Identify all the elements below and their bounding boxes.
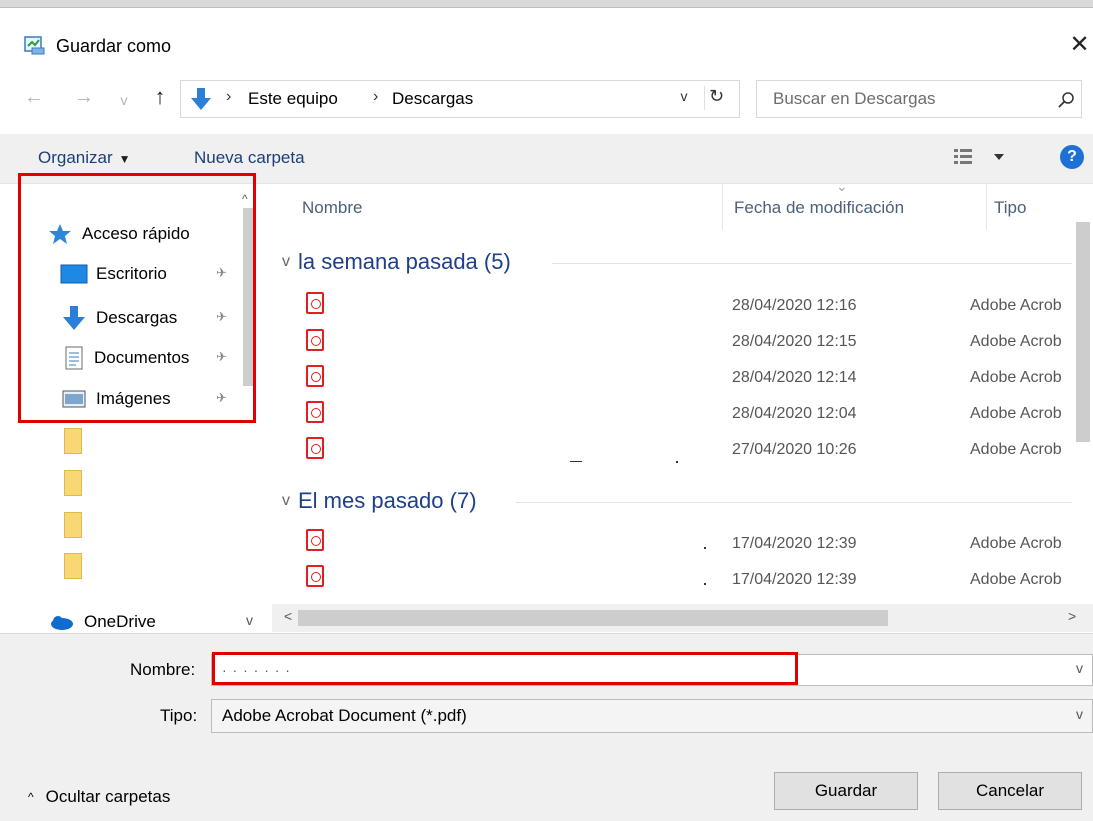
folder-icon[interactable]: [64, 470, 82, 496]
cancel-button[interactable]: Cancelar: [938, 772, 1082, 810]
save-button[interactable]: Guardar: [774, 772, 918, 810]
window-top-border: [0, 0, 1093, 8]
scroll-right-icon[interactable]: >: [1068, 608, 1076, 624]
pdf-file-icon[interactable]: [306, 365, 324, 387]
search-placeholder[interactable]: Buscar en Descargas: [773, 89, 936, 109]
column-header-name[interactable]: Nombre: [302, 198, 362, 218]
file-type[interactable]: Adobe Acrob: [970, 297, 1062, 315]
pdf-file-icon[interactable]: [306, 565, 324, 587]
file-type[interactable]: Adobe Acrob: [970, 571, 1062, 589]
column-header-type[interactable]: Tipo: [994, 198, 1026, 218]
file-type[interactable]: Adobe Acrob: [970, 405, 1062, 423]
hide-folders-label: Ocultar carpetas: [45, 787, 171, 806]
breadcrumb-separator[interactable]: ›: [226, 88, 231, 106]
group-divider: [552, 263, 1072, 264]
file-type[interactable]: Adobe Acrob: [970, 535, 1062, 553]
view-options-icon[interactable]: [950, 142, 1020, 172]
file-date[interactable]: 28/04/2020 12:15: [732, 333, 857, 351]
save-dialog-icon: [24, 36, 45, 55]
pdf-file-icon[interactable]: [306, 529, 324, 551]
redaction-mark: [704, 547, 706, 549]
breadcrumb-este-equipo[interactable]: Este equipo: [248, 89, 338, 109]
organize-button[interactable]: Organizar ▼: [38, 148, 131, 168]
sidebar-item-label: OneDrive: [84, 612, 156, 631]
redaction-mark: [570, 461, 582, 462]
download-arrow-icon: [191, 88, 211, 110]
horizontal-scroll-thumb[interactable]: [298, 610, 888, 626]
breadcrumb-descargas[interactable]: Descargas: [392, 89, 473, 109]
pdf-file-icon[interactable]: [306, 401, 324, 423]
chevron-up-icon: ^: [28, 790, 34, 804]
file-date[interactable]: 28/04/2020 12:04: [732, 405, 857, 423]
file-date[interactable]: 17/04/2020 12:39: [732, 535, 857, 553]
pdf-file-icon[interactable]: [306, 292, 324, 314]
scroll-left-icon[interactable]: <: [284, 608, 292, 624]
highlight-box-sidebar: [18, 173, 256, 423]
group-caret-icon: v: [282, 492, 290, 509]
group-divider: [516, 502, 1072, 503]
back-button[interactable]: ←: [22, 86, 46, 114]
group-caret-icon: v: [282, 253, 290, 270]
help-button[interactable]: ?: [1060, 145, 1084, 169]
window-title: Guardar como: [56, 36, 172, 56]
organize-caret-icon: ▼: [118, 152, 131, 166]
file-type[interactable]: Adobe Acrob: [970, 369, 1062, 387]
file-date[interactable]: 28/04/2020 12:14: [732, 369, 857, 387]
forward-button[interactable]: →: [72, 86, 96, 114]
file-type-label: Tipo:: [160, 706, 198, 725]
column-header-date[interactable]: Fecha de modificación: [734, 198, 904, 218]
close-button[interactable]: ✕: [1066, 28, 1093, 62]
file-date[interactable]: 17/04/2020 12:39: [732, 571, 857, 589]
file-type-value[interactable]: Adobe Acrobat Document (*.pdf): [222, 706, 467, 726]
redaction-mark: [676, 461, 678, 463]
group-title: la semana pasada (5): [298, 249, 511, 274]
file-list-scroll-thumb[interactable]: [1076, 222, 1090, 442]
recent-locations-button[interactable]: v: [114, 86, 134, 114]
folder-icon[interactable]: [64, 553, 82, 579]
organize-label: Organizar: [38, 148, 113, 167]
redaction-mark: [704, 583, 706, 585]
onedrive-cloud-icon: [51, 616, 73, 630]
file-type[interactable]: Adobe Acrob: [970, 441, 1062, 459]
up-button[interactable]: ↑: [146, 84, 174, 114]
file-name-label: Nombre:: [130, 660, 196, 679]
new-folder-button[interactable]: Nueva carpeta: [194, 148, 305, 168]
folder-icon[interactable]: [64, 512, 82, 538]
file-name-dropdown-icon[interactable]: v: [1076, 660, 1083, 676]
file-type-dropdown-icon[interactable]: v: [1076, 706, 1083, 722]
hide-folders-button[interactable]: ^ Ocultar carpetas: [28, 787, 170, 807]
file-date[interactable]: 28/04/2020 12:16: [732, 297, 857, 315]
folder-icon[interactable]: [64, 428, 82, 454]
breadcrumb-separator[interactable]: ›: [373, 88, 378, 106]
pdf-file-icon[interactable]: [306, 437, 324, 459]
column-divider[interactable]: [986, 184, 987, 230]
sidebar-scroll-down-icon[interactable]: v: [246, 612, 253, 628]
group-header-last-month[interactable]: v El mes pasado (7): [282, 488, 477, 514]
group-title: El mes pasado (7): [298, 488, 477, 513]
highlight-box-filename: [212, 652, 798, 685]
search-icon[interactable]: [1056, 90, 1076, 110]
address-dropdown-icon[interactable]: v: [674, 88, 694, 110]
refresh-button[interactable]: ↻: [704, 86, 728, 110]
file-type[interactable]: Adobe Acrob: [970, 333, 1062, 351]
pdf-file-icon[interactable]: [306, 329, 324, 351]
sort-caret-icon: ⌄: [836, 178, 848, 194]
group-header-last-week[interactable]: v la semana pasada (5): [282, 249, 511, 275]
column-divider[interactable]: [722, 184, 723, 230]
file-date[interactable]: 27/04/2020 10:26: [732, 441, 857, 459]
